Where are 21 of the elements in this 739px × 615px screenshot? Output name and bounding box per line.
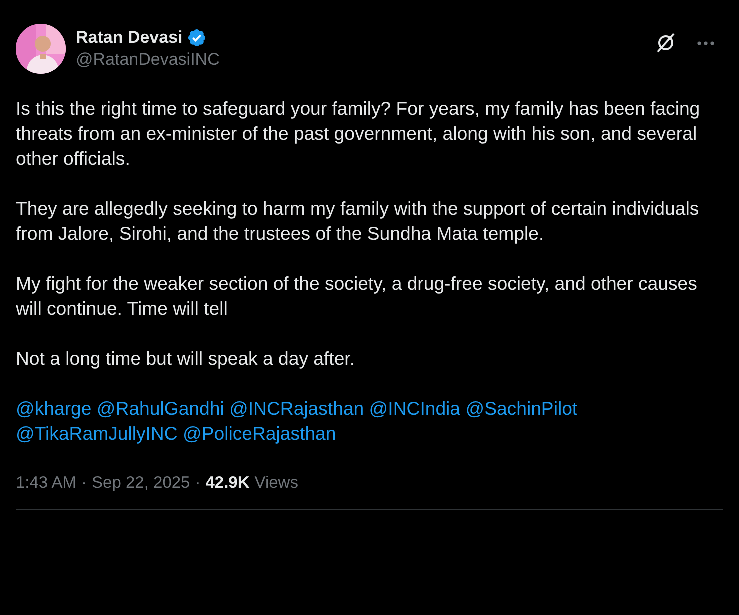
- author-name[interactable]: Ratan Devasi: [76, 28, 183, 48]
- mention-link[interactable]: @TikaRamJullyINC: [16, 423, 178, 444]
- author-handle[interactable]: @RatanDevasiINC: [76, 50, 645, 70]
- mention-link[interactable]: @INCRajasthan: [230, 398, 364, 419]
- views-label: Views: [254, 474, 298, 493]
- views-count: 42.9K: [206, 474, 250, 493]
- post-paragraph: My fight for the weaker section of the society, a drug-free society, and other causes will continue. Time will tell: [16, 272, 698, 321]
- post-date[interactable]: Sep 22, 2025: [92, 474, 190, 493]
- post-paragraph: Is this the right time to safeguard your family? For years, my family has been facing threats from an ex-minister of the past government, along with his son, and several other officials.: [16, 97, 702, 171]
- mention-link[interactable]: @RahulGandhi: [96, 398, 224, 419]
- post-time[interactable]: 1:43 AM: [16, 474, 77, 493]
- separator-dot: ·: [195, 474, 201, 493]
- mention-link[interactable]: @kharge: [16, 398, 92, 419]
- separator-dot: ·: [82, 474, 88, 493]
- slashed-circle-icon[interactable]: [655, 32, 677, 54]
- post-paragraph: Not a long time but will speak a day after.: [16, 347, 356, 371]
- post-paragraph: They are allegedly seeking to harm my family with the support of certain individuals from Jalore, Sirohi, and the trustees of the Sundha Mata temple.: [16, 197, 700, 246]
- more-icon[interactable]: [697, 40, 715, 46]
- mention-link[interactable]: @INCIndia: [369, 398, 461, 419]
- mention-link[interactable]: @SachinPilot: [466, 398, 578, 419]
- mention-link[interactable]: @PoliceRajasthan: [182, 423, 336, 444]
